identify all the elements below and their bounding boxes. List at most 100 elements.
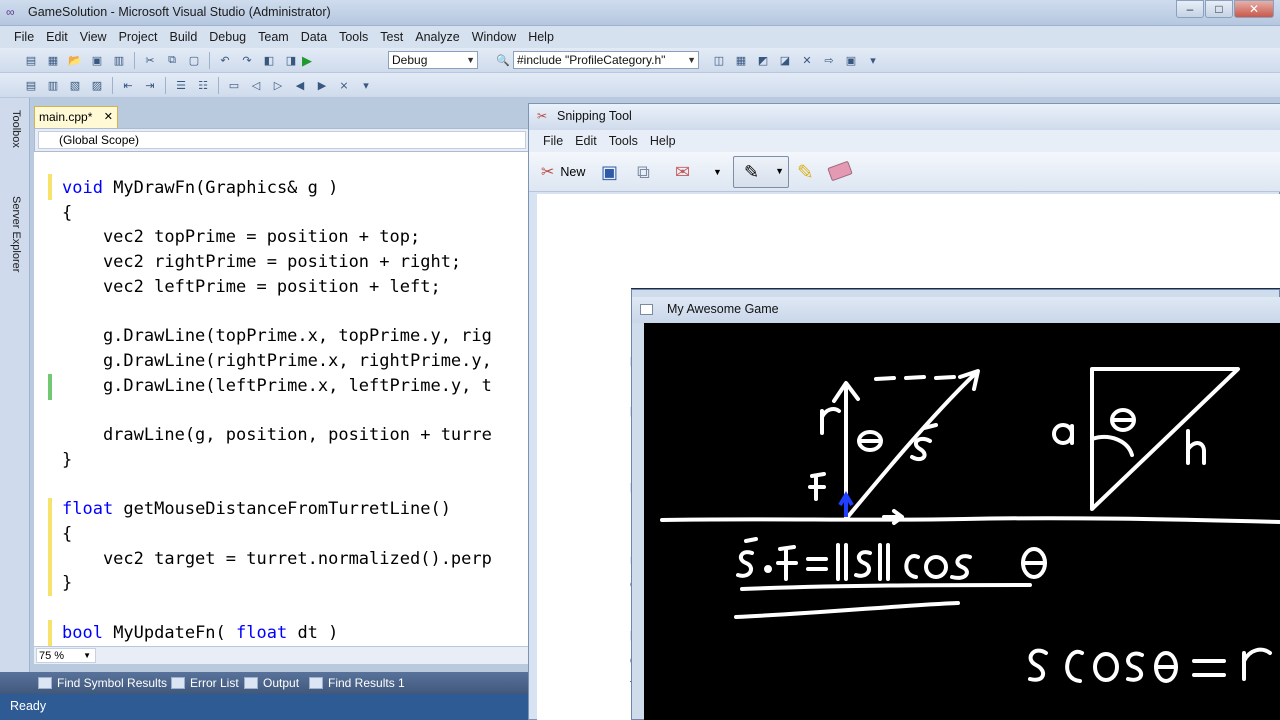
eq-dot [764, 565, 772, 573]
highlighter-icon[interactable]: ✎ [797, 160, 814, 184]
next-bookmark-in-folder-icon[interactable]: ▶ [314, 78, 330, 94]
uncomment-icon[interactable]: ☷ [195, 78, 211, 94]
triangle-angle-arc [1090, 435, 1134, 457]
menu-help[interactable]: Help [522, 30, 560, 44]
snipping-tool-title-bar: ✂ Snipping Tool [529, 104, 1280, 130]
previous-bookmark-icon[interactable]: ◁ [248, 78, 264, 94]
eq2-r [1242, 647, 1272, 681]
close-tab-icon[interactable]: ✕ [104, 110, 113, 123]
navigate-forward-icon[interactable]: ◨ [283, 53, 299, 69]
tab-find-symbol-results[interactable]: Find Symbol Results [38, 676, 167, 690]
menu-window[interactable]: Window [466, 30, 522, 44]
more-options-icon[interactable]: ▾ [358, 78, 374, 94]
copy-icon[interactable]: ⧉ [164, 53, 180, 69]
outdent-icon[interactable]: ⇤ [120, 78, 136, 94]
toolbar-separator [218, 77, 219, 94]
eraser-icon[interactable] [827, 160, 853, 182]
open-file-icon[interactable]: 📂 [67, 53, 83, 69]
menu-file[interactable]: File [8, 30, 40, 44]
menu-project[interactable]: Project [113, 30, 164, 44]
more-options-icon[interactable]: ▾ [865, 53, 881, 69]
solution-configuration-combo[interactable]: Debug ▼ [388, 51, 478, 69]
tab-error-list[interactable]: Error List [171, 676, 239, 690]
object-browser-icon[interactable]: ◩ [755, 53, 771, 69]
server-explorer-tab[interactable]: Server Explorer [10, 196, 22, 272]
new-project-icon[interactable]: ▤ [23, 53, 39, 69]
snip-menu-help[interactable]: Help [644, 134, 682, 148]
find-combo[interactable]: #include "ProfileCategory.h" ▼ [513, 51, 699, 69]
comment-icon[interactable]: ☰ [173, 78, 189, 94]
new-snip-button[interactable]: ✂ New [541, 160, 585, 184]
snip-menu-edit[interactable]: Edit [569, 134, 603, 148]
save-snip-icon[interactable]: ▣ [601, 160, 618, 184]
toolbar-separator [165, 77, 166, 94]
pen-button[interactable]: ✎ ▼ [733, 156, 789, 188]
code-line: void MyDrawFn(Graphics& g ) [62, 178, 339, 198]
maximize-button[interactable]: □ [1205, 0, 1233, 18]
code-line: drawLine(g, position, position + turre [62, 425, 492, 446]
word-complete-icon[interactable]: ▨ [89, 78, 105, 94]
menu-edit[interactable]: Edit [40, 30, 74, 44]
menu-debug[interactable]: Debug [203, 30, 252, 44]
eq2-c [1065, 649, 1084, 683]
snip-menu-file[interactable]: File [537, 134, 569, 148]
paste-icon[interactable]: ▢ [186, 53, 202, 69]
menu-tools[interactable]: Tools [333, 30, 374, 44]
menu-test[interactable]: Test [374, 30, 409, 44]
menu-view[interactable]: View [74, 30, 113, 44]
redo-icon[interactable]: ↷ [239, 53, 255, 69]
menu-team[interactable]: Team [252, 30, 295, 44]
navigate-backward-icon[interactable]: ◧ [261, 53, 277, 69]
close-button[interactable]: ✕ [1234, 0, 1274, 18]
command-window-icon[interactable]: ▣ [843, 53, 859, 69]
class-view-icon[interactable]: ◪ [777, 53, 793, 69]
bookmark-icon[interactable]: ▭ [226, 78, 242, 94]
minimize-button[interactable]: – [1176, 0, 1204, 18]
tab-main-cpp[interactable]: main.cpp* ✕ [34, 106, 118, 128]
find-results-icon [309, 677, 323, 689]
scope-combo[interactable]: (Global Scope) [38, 131, 526, 149]
save-all-icon[interactable]: ▥ [111, 53, 127, 69]
quick-info-icon[interactable]: ▧ [67, 78, 83, 94]
game-canvas[interactable] [644, 323, 1280, 720]
menu-analyze[interactable]: Analyze [409, 30, 465, 44]
menu-data[interactable]: Data [295, 30, 333, 44]
eq-norm-left [836, 543, 848, 581]
previous-bookmark-in-folder-icon[interactable]: ◀ [292, 78, 308, 94]
add-item-icon[interactable]: ▦ [45, 53, 61, 69]
undo-icon[interactable]: ↶ [217, 53, 233, 69]
scissors-icon: ✂ [537, 109, 548, 123]
extension-manager-icon[interactable]: ⇨ [821, 53, 837, 69]
editor-zoom-bar: 75 % ▼ [34, 646, 530, 664]
code-line: } [62, 449, 73, 470]
send-snip-icon[interactable]: ✉ [675, 160, 690, 184]
tab-find-results-1[interactable]: Find Results 1 [309, 676, 405, 690]
eq-underline-1 [740, 583, 1032, 591]
copy-icon[interactable]: ⧉ [637, 160, 650, 184]
zoom-combo[interactable]: 75 % ▼ [36, 648, 96, 663]
properties-icon[interactable]: ▦ [733, 53, 749, 69]
find-in-files-icon[interactable]: 🔍 [495, 52, 511, 68]
solution-explorer-icon[interactable]: ◫ [711, 53, 727, 69]
eq-f [776, 545, 798, 581]
toolbox-tab[interactable]: Toolbox [10, 110, 22, 148]
member-list-icon[interactable]: ▤ [23, 78, 39, 94]
tab-output[interactable]: Output [244, 676, 299, 690]
menu-build[interactable]: Build [163, 30, 203, 44]
clear-bookmarks-icon[interactable]: ⨯ [336, 78, 352, 94]
chevron-down-icon: ▼ [687, 55, 696, 65]
snip-menu-tools[interactable]: Tools [603, 134, 644, 148]
chevron-down-icon[interactable]: ▼ [713, 160, 722, 184]
indent-icon[interactable]: ⇥ [142, 78, 158, 94]
left-tool-strip: Toolbox Server Explorer [0, 98, 30, 674]
parameter-info-icon[interactable]: ▥ [45, 78, 61, 94]
eq2-equals [1192, 659, 1226, 677]
cut-icon[interactable]: ✂ [142, 53, 158, 69]
code-editor[interactable]: void MyDrawFn(Graphics& g ) { vec2 topPr… [34, 152, 530, 646]
save-icon[interactable]: ▣ [89, 53, 105, 69]
vs-title-bar: ∞ GameSolution - Microsoft Visual Studio… [0, 0, 1280, 26]
start-debugging-icon[interactable]: ▶ [302, 53, 312, 69]
output-icon [244, 677, 258, 689]
toolbox-icon[interactable]: ✕ [799, 53, 815, 69]
next-bookmark-icon[interactable]: ▷ [270, 78, 286, 94]
